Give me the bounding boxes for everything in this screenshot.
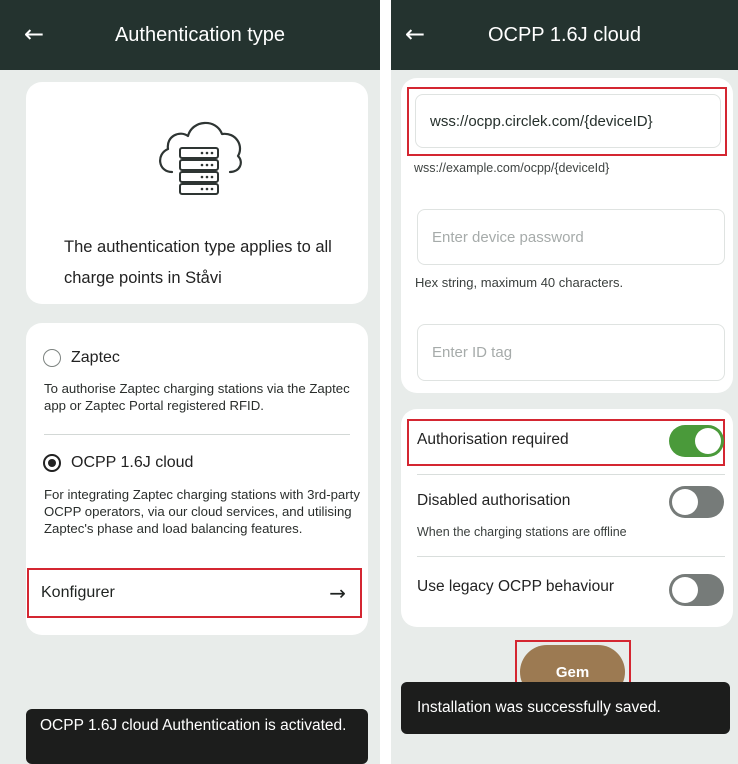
- arrow-right-icon: →: [329, 581, 346, 605]
- device-password-input[interactable]: Enter device password: [417, 209, 725, 265]
- app-bar: ← Authentication type: [0, 0, 380, 70]
- toast-message: OCPP 1.6J cloud Authentication is activa…: [26, 709, 368, 764]
- authentication-type-screen: ← Authentication type The authentication…: [0, 0, 380, 764]
- option-label: OCPP 1.6J cloud: [71, 454, 194, 471]
- divider: [417, 474, 725, 475]
- toggle-sublabel: When the charging stations are offline: [417, 525, 627, 539]
- info-text: The authentication type applies to all c…: [64, 238, 332, 287]
- password-hint: Hex string, maximum 40 characters.: [415, 275, 624, 290]
- back-arrow-icon[interactable]: ←: [24, 20, 44, 48]
- url-input[interactable]: wss://ocpp.circlek.com/{deviceID}: [415, 94, 721, 148]
- divider: [417, 556, 725, 557]
- radio-selected-icon[interactable]: [43, 454, 61, 472]
- page-title: Authentication type: [114, 23, 286, 46]
- option-zaptec[interactable]: Zaptec: [43, 349, 120, 367]
- toggle-label: Authorisation required: [417, 431, 569, 448]
- divider: [44, 434, 350, 435]
- disabled-authorisation-toggle[interactable]: [669, 486, 724, 518]
- option-label: Zaptec: [71, 349, 120, 366]
- toggle-knob: [672, 577, 698, 603]
- option-ocpp[interactable]: OCPP 1.6J cloud: [43, 454, 193, 472]
- option-description: For integrating Zaptec charging stations…: [44, 487, 360, 536]
- configure-button[interactable]: Konfigurer →: [27, 568, 362, 618]
- legacy-ocpp-toggle[interactable]: [669, 574, 724, 606]
- authorisation-required-toggle[interactable]: [669, 425, 724, 457]
- toggle-knob: [695, 428, 721, 454]
- id-tag-input[interactable]: Enter ID tag: [417, 324, 725, 381]
- app-bar: ← OCPP 1.6J cloud: [391, 0, 738, 70]
- configure-label: Konfigurer: [41, 584, 115, 601]
- toggle-label: Use legacy OCPP behaviour: [417, 578, 615, 595]
- toggle-knob: [672, 489, 698, 515]
- toast-message: Installation was successfully saved.: [401, 682, 730, 734]
- back-arrow-icon[interactable]: ←: [405, 20, 425, 48]
- info-card: The authentication type applies to all c…: [26, 82, 368, 304]
- toggle-label: Disabled authorisation: [417, 492, 571, 509]
- url-hint: wss://example.com/ocpp/{deviceId}: [414, 161, 610, 175]
- cloud-server-icon: [159, 121, 242, 195]
- option-description: To authorise Zaptec charging stations vi…: [44, 381, 350, 413]
- page-title: OCPP 1.6J cloud: [487, 23, 642, 46]
- radio-unselected-icon[interactable]: [43, 349, 61, 367]
